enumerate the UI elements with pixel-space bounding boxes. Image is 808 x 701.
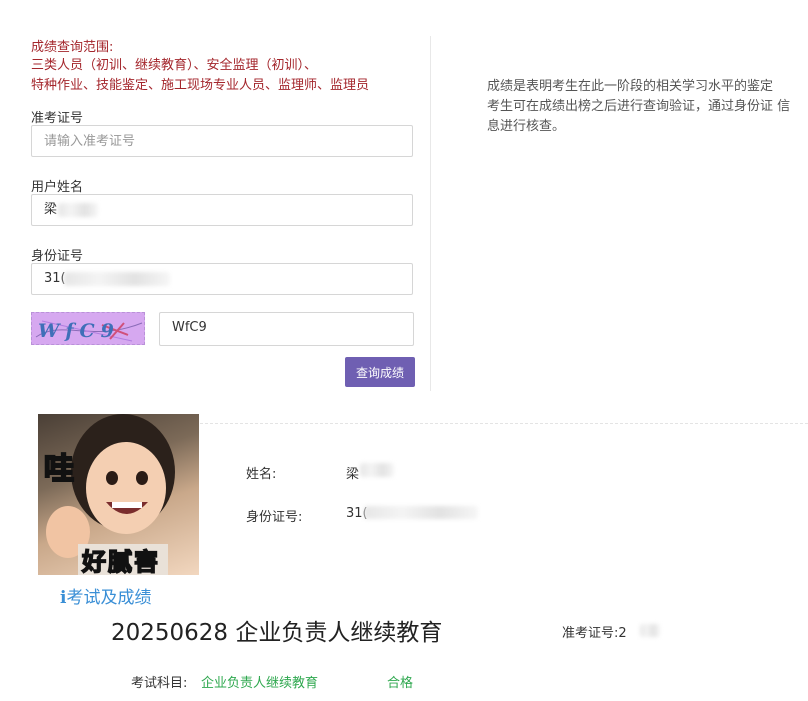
exam-result-status: 合格 xyxy=(387,676,414,691)
score-notice-line-2: 考生可在成绩出榜之后进行查询验证，通过身份证 信息进行核查。 xyxy=(487,99,791,134)
exam-subject-label: 考试科目: xyxy=(131,676,188,691)
id-number-label: 身份证号 xyxy=(31,249,84,264)
score-notice-line-1: 成绩是表明考生在此一阶段的相关学习水平的鉴定 xyxy=(487,79,774,94)
captcha-input[interactable]: WfC9 xyxy=(159,312,414,346)
result-id-redaction xyxy=(364,506,478,519)
candidate-photo: 哇 好腻害 xyxy=(38,414,199,575)
captcha-text: WfC9 xyxy=(38,320,120,342)
exam-section-heading: i考试及成绩 xyxy=(60,583,151,608)
ticket-number-label: 准考证号 xyxy=(31,111,84,126)
result-name-redaction xyxy=(360,463,394,477)
query-score-button[interactable]: 查询成绩 xyxy=(345,357,415,387)
name-label: 用户姓名 xyxy=(31,180,84,195)
query-scope-line-1: 三类人员（初训、继续教育）、安全监理（初训）、 xyxy=(31,58,318,73)
result-name-value: 梁 xyxy=(346,467,360,482)
exam-name: 20250628 企业负责人继续教育 xyxy=(111,620,443,646)
photo-caption-top: 哇 xyxy=(43,451,75,488)
query-scope-title: 成绩查询范围: xyxy=(31,40,114,55)
score-notice: 成绩是表明考生在此一阶段的相关学习水平的鉴定 考生可在成绩出榜之后进行查询验证，… xyxy=(487,77,792,137)
name-input-value: 梁 xyxy=(44,202,58,217)
captcha-input-value: WfC9 xyxy=(172,320,207,335)
captcha-graphic: WfC9 xyxy=(35,320,143,342)
ticket-number-input[interactable] xyxy=(31,125,413,157)
result-ticket-value: 2 xyxy=(618,626,627,641)
id-number-redaction xyxy=(64,272,170,286)
result-divider xyxy=(200,423,808,424)
result-name-label: 姓名: xyxy=(246,467,277,482)
name-redaction xyxy=(58,203,98,217)
exam-subject-value: 企业负责人继续教育 xyxy=(201,676,319,691)
result-ticket-redaction xyxy=(640,624,660,637)
captcha-image[interactable]: WfC9 xyxy=(31,312,145,345)
photo-caption-bottom: 好腻害 xyxy=(81,547,160,575)
exam-section-title: 考试及成绩 xyxy=(66,588,152,608)
result-ticket-label: 准考证号: xyxy=(562,626,619,641)
query-scope-line-2: 特种作业、技能鉴定、施工现场专业人员、监理师、监理员 xyxy=(31,78,370,93)
result-ticket-number: 准考证号:2 xyxy=(562,622,627,641)
id-number-input-value: 31( xyxy=(44,271,66,286)
panel-divider xyxy=(430,36,431,391)
result-id-label: 身份证号: xyxy=(246,510,303,525)
